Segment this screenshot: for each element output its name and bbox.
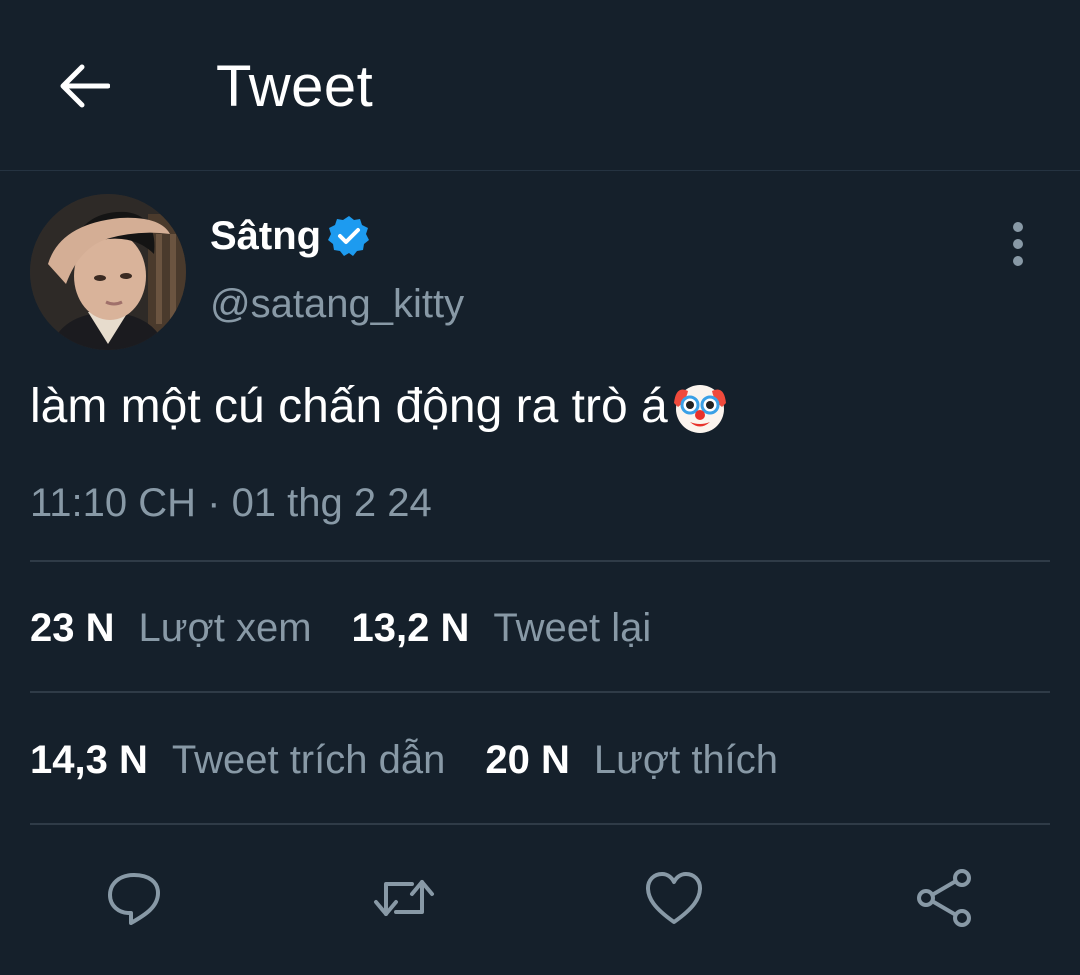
arrow-left-icon: [60, 64, 110, 108]
likes-label: Lượt thích: [593, 738, 779, 782]
divider: [30, 691, 1050, 693]
like-button[interactable]: [642, 866, 706, 930]
likes-count: 20 N: [485, 738, 570, 782]
retweets-label: Tweet lại: [493, 606, 652, 650]
quotes-count: 14,3 N: [30, 738, 148, 782]
divider: [30, 560, 1050, 562]
retweet-button[interactable]: [372, 866, 436, 930]
views-count: 23 N: [30, 606, 115, 650]
page-title: Tweet: [216, 54, 374, 119]
tweet-body: làm một cú chấn động ra trò á: [30, 380, 668, 433]
quotes-label: Tweet trích dẫn: [171, 738, 446, 782]
clown-face-emoji: [673, 385, 726, 433]
stats-row-1: 23 N Lượt xem 13,2 N Tweet lại: [30, 598, 691, 658]
views-stat[interactable]: 23 N Lượt xem: [30, 598, 312, 658]
tweet-timestamp: 11:10 CH · 01 thg 2 24: [30, 481, 432, 525]
avatar[interactable]: [30, 194, 186, 350]
retweets-count: 13,2 N: [351, 606, 470, 650]
quotes-stat[interactable]: 14,3 N Tweet trích dẫn: [30, 730, 445, 790]
divider: [30, 823, 1050, 825]
author-handle[interactable]: @satang_kitty: [210, 278, 464, 330]
stats-row-2: 14,3 N Tweet trích dẫn 20 N Lượt thích: [30, 730, 818, 790]
reply-icon: [108, 873, 160, 925]
retweet-icon: [374, 880, 434, 916]
reply-button[interactable]: [102, 866, 166, 930]
verified-badge-icon: [328, 216, 370, 256]
like-icon: [646, 872, 702, 924]
share-icon: [917, 869, 971, 927]
tweet-text: làm một cú chấn động ra trò á: [30, 376, 730, 438]
likes-stat[interactable]: 20 N Lượt thích: [485, 730, 778, 790]
author-name[interactable]: Sâtng: [210, 210, 371, 262]
retweets-stat[interactable]: 13,2 N Tweet lại: [352, 598, 652, 658]
action-bar: [0, 850, 1080, 940]
views-label: Lượt xem: [138, 606, 312, 650]
share-button[interactable]: [912, 866, 976, 930]
more-options-icon[interactable]: [998, 222, 1038, 266]
top-bar: Tweet: [0, 0, 1080, 171]
back-button[interactable]: [52, 54, 116, 118]
author-name-text: Sâtng: [210, 214, 322, 258]
